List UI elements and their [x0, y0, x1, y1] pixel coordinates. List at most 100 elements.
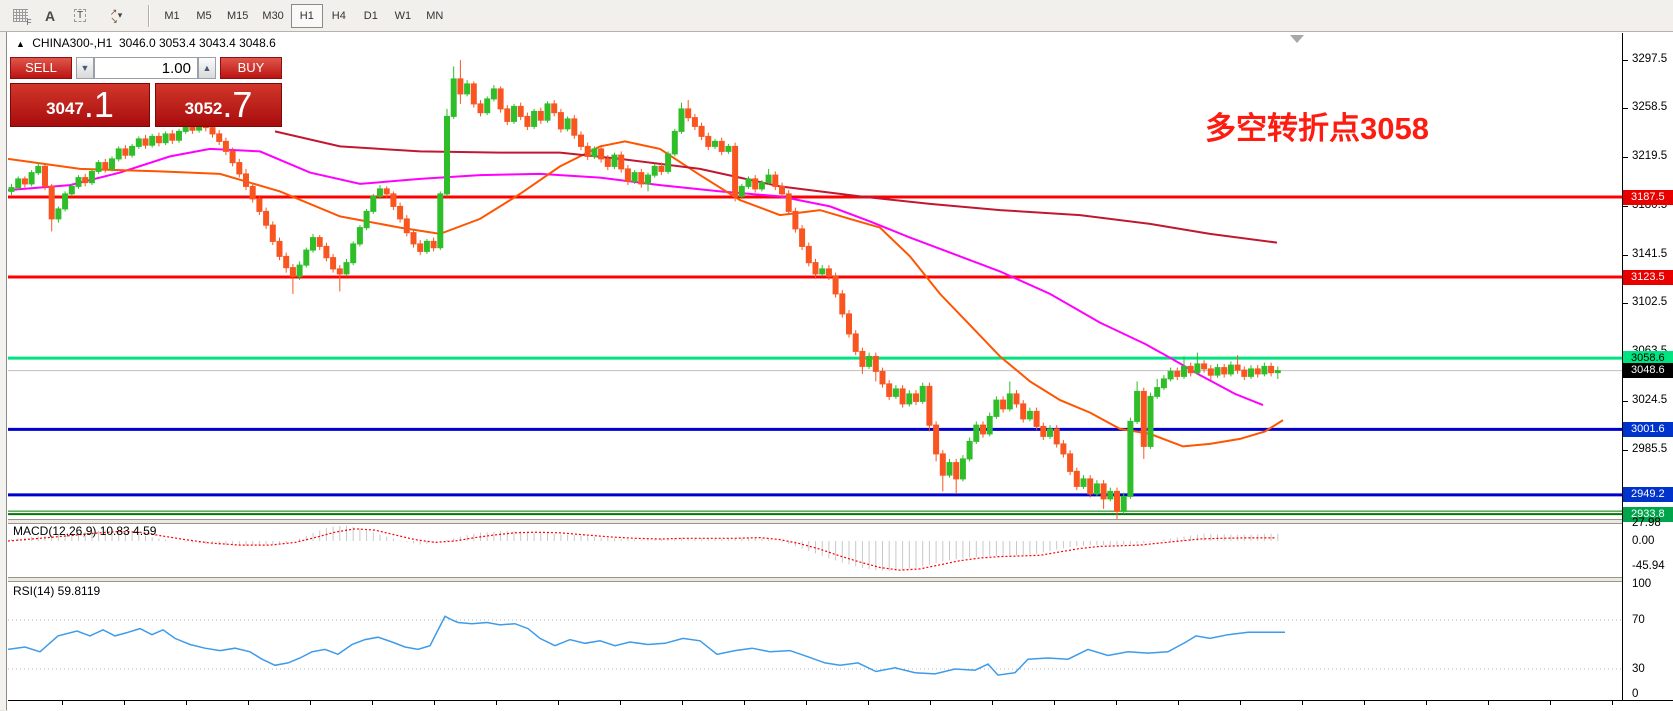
volume-input[interactable]: [94, 57, 198, 79]
chart-shift-marker-icon: [1290, 35, 1304, 43]
time-axis-tick: [248, 701, 249, 705]
timeframe-m15[interactable]: M15: [220, 4, 255, 28]
time-axis-tick: [806, 701, 807, 705]
candlestick-series: [9, 60, 1280, 519]
rsi-indicator-label: RSI(14) 59.8119: [13, 584, 100, 598]
rsi-axis-label: 70: [1632, 614, 1645, 626]
macd-indicator-label: MACD(12,26,9) 10.83 4.59: [13, 524, 156, 538]
chart-title: ▲ CHINA300-,H1 3046.0 3053.4 3043.4 3048…: [16, 36, 276, 50]
price-tag-2949.2: 2949.2: [1623, 487, 1673, 502]
timeframe-d1[interactable]: D1: [355, 4, 387, 28]
text-a-icon[interactable]: A: [36, 4, 64, 28]
time-axis-tick: [1488, 701, 1489, 705]
sell-button[interactable]: SELL: [10, 57, 72, 79]
timeframe-m30[interactable]: M30: [255, 4, 290, 28]
time-axis-tick: [1302, 701, 1303, 705]
time-axis[interactable]: [8, 700, 1673, 711]
time-axis-tick: [1426, 701, 1427, 705]
mt4-terminal: { "toolbar": { "icons": ["grid-f-icon","…: [0, 0, 1673, 710]
time-axis-tick: [682, 701, 683, 705]
macd-axis-label: -45.94: [1632, 560, 1665, 572]
macd-pane-canvas[interactable]: [8, 522, 1622, 577]
price-tag-3048.6: 3048.6: [1623, 363, 1673, 378]
volume-increase-button[interactable]: ▲: [198, 57, 216, 79]
time-axis-tick: [1612, 701, 1613, 705]
price-tick-label: 3219.5: [1632, 150, 1667, 162]
time-axis-tick: [372, 701, 373, 705]
collapse-panel-icon[interactable]: ▲: [16, 39, 25, 49]
time-axis-tick: [744, 701, 745, 705]
time-axis-tick: [558, 701, 559, 705]
sell-price-main: 3047: [46, 99, 84, 119]
chevron-down-icon[interactable]: ▾: [118, 10, 123, 21]
time-axis-tick: [434, 701, 435, 705]
time-axis-tick: [1240, 701, 1241, 705]
toolbar: F A T ↗ ↘ ▾ M1 M5 M15 M30 H1 H4 D1 W1 MN: [0, 0, 1673, 32]
volume-decrease-button[interactable]: ▼: [76, 57, 94, 79]
chart-area: 3297.53258.53219.53180.53141.53102.53063…: [8, 33, 1673, 710]
sell-price-button[interactable]: 3047.1: [10, 83, 150, 127]
timeframe-h1[interactable]: H1: [291, 4, 323, 28]
rsi-axis-label: 30: [1632, 663, 1645, 675]
ma-darkred-line: [275, 131, 1277, 242]
macd-signal-line: [8, 529, 1275, 570]
price-tick: [1623, 206, 1628, 207]
text-label-icon[interactable]: T: [66, 4, 94, 28]
toolbar-separator: [148, 5, 150, 27]
price-tick-label: 3024.5: [1632, 394, 1667, 406]
macd-axis-label: 27.98: [1632, 517, 1661, 529]
price-tag-3123.5: 3123.5: [1623, 270, 1673, 285]
timeframe-m5[interactable]: M5: [188, 4, 220, 28]
buy-price-button[interactable]: 3052.7: [155, 83, 282, 127]
buy-price-pips: .7: [222, 87, 252, 123]
ohlc-readout: 3046.0 3053.4 3043.4 3048.6: [119, 36, 276, 50]
time-axis-tick: [1116, 701, 1117, 705]
buy-price-main: 3052: [185, 99, 223, 119]
price-tick: [1623, 255, 1628, 256]
diagonal-arrows-glyph: ↗ ↘: [110, 8, 116, 24]
time-axis-tick: [1178, 701, 1179, 705]
time-axis-tick: [992, 701, 993, 705]
symbol-period-label: CHINA300-,H1: [32, 36, 112, 50]
chart-text-annotation: 多空转折点3058: [1205, 103, 1429, 148]
time-axis-tick: [868, 701, 869, 705]
rsi-line: [8, 616, 1285, 675]
macd-histogram: [12, 526, 1278, 571]
timeframe-m1[interactable]: M1: [156, 4, 188, 28]
price-tick-label: 3141.5: [1632, 248, 1667, 260]
price-tag-3187.5: 3187.5: [1623, 190, 1673, 205]
rsi-axis-label: 100: [1632, 578, 1651, 590]
time-axis-tick: [124, 701, 125, 705]
rsi-axis-label: 0: [1632, 688, 1638, 700]
grid-f-icon[interactable]: F: [6, 4, 34, 28]
time-axis-tick: [1054, 701, 1055, 705]
time-axis-tick: [310, 701, 311, 705]
timeframe-mn[interactable]: MN: [419, 4, 451, 28]
price-tick: [1623, 401, 1628, 402]
trade-panel-top-row: SELL ▼ ▲ BUY: [10, 57, 282, 81]
time-axis-tick: [620, 701, 621, 705]
price-tick: [1623, 108, 1628, 109]
price-axis[interactable]: 3297.53258.53219.53180.53141.53102.53063…: [1623, 33, 1673, 700]
chart-window: 3297.53258.53219.53180.53141.53102.53063…: [0, 32, 1673, 710]
time-axis-tick: [1550, 701, 1551, 705]
price-tick-label: 3297.5: [1632, 53, 1667, 65]
buy-button[interactable]: BUY: [220, 57, 282, 79]
time-axis-tick: [496, 701, 497, 705]
rsi-pane-canvas[interactable]: [8, 582, 1622, 700]
price-tick: [1623, 450, 1628, 451]
one-click-trade-panel: SELL ▼ ▲ BUY 3047.1 3052.7: [10, 57, 282, 127]
price-tick: [1623, 60, 1628, 61]
price-tick: [1623, 157, 1628, 158]
timeframe-w1[interactable]: W1: [387, 4, 419, 28]
arrow-styles-icon[interactable]: ↗ ↘ ▾: [96, 4, 136, 28]
time-axis-tick: [186, 701, 187, 705]
time-axis-tick: [62, 701, 63, 705]
macd-axis-label: 0.00: [1632, 535, 1654, 547]
sell-price-pips: .1: [84, 87, 114, 123]
price-tick-label: 2985.5: [1632, 443, 1667, 455]
timeframe-h4[interactable]: H4: [323, 4, 355, 28]
price-tag-3001.6: 3001.6: [1623, 422, 1673, 437]
price-tick-label: 3102.5: [1632, 296, 1667, 308]
time-axis-tick: [1364, 701, 1365, 705]
